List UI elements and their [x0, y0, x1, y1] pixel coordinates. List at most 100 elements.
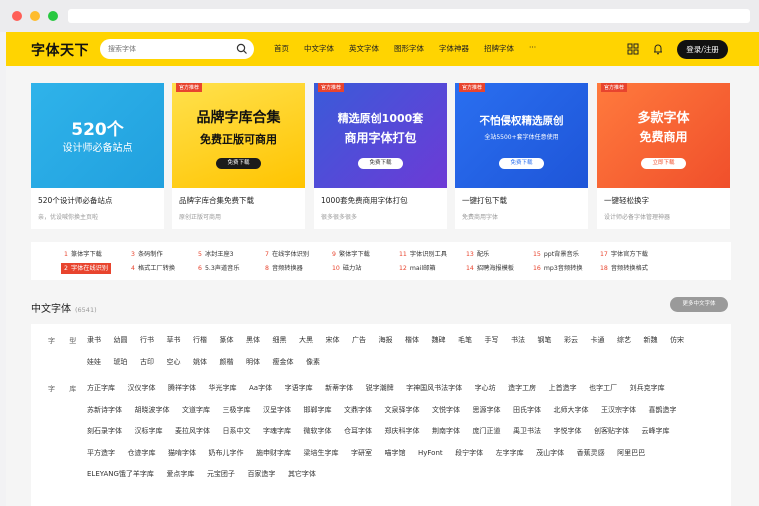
font-library-option[interactable]: 茂山字体: [536, 443, 564, 465]
font-type-option[interactable]: 娃娃: [87, 352, 101, 374]
hot-item[interactable]: 10 磁力站: [332, 263, 361, 274]
font-type-option[interactable]: 大黑: [299, 330, 313, 352]
font-library-option[interactable]: 字心坊: [475, 378, 496, 400]
card-title[interactable]: 品牌字库合集免费下载: [179, 195, 254, 206]
font-library-option[interactable]: 田氏字体: [513, 400, 541, 422]
hot-item[interactable]: 17 字体官方下载: [600, 249, 648, 260]
font-library-option[interactable]: 也字工厂: [589, 378, 617, 400]
font-library-option[interactable]: 荆南字体: [432, 421, 460, 443]
card-title[interactable]: 520个设计师必备站点: [38, 195, 112, 206]
font-library-option[interactable]: 北师大字体: [554, 400, 589, 422]
hot-item[interactable]: 14 招聘海报模板: [466, 263, 514, 274]
address-bar[interactable]: [68, 9, 750, 23]
font-library-option[interactable]: 文悦字体: [432, 400, 460, 422]
font-library-option[interactable]: 锐字潮牌: [366, 378, 394, 400]
font-type-option[interactable]: 古印: [140, 352, 154, 374]
nav-chinese-fonts[interactable]: 中文字体: [304, 43, 334, 54]
site-logo[interactable]: 字体天下: [31, 40, 89, 60]
font-type-option[interactable]: 草书: [167, 330, 181, 352]
font-library-option[interactable]: 百家造字: [247, 464, 275, 486]
font-library-option[interactable]: 微软字体: [304, 421, 332, 443]
hot-item[interactable]: 2 字体在线识别: [61, 263, 112, 274]
font-type-option[interactable]: 宋体: [326, 330, 340, 352]
font-library-option[interactable]: 刘兵克字库: [630, 378, 665, 400]
hot-item[interactable]: 13 配乐: [466, 249, 489, 260]
font-type-option[interactable]: 隶书: [87, 330, 101, 352]
font-type-option[interactable]: 魏碑: [432, 330, 446, 352]
font-library-option[interactable]: 香蕉灵感: [577, 443, 605, 465]
font-library-option[interactable]: 腾祥字体: [168, 378, 196, 400]
font-library-option[interactable]: 段宁字体: [455, 443, 483, 465]
font-library-option[interactable]: 三极字库: [223, 400, 251, 422]
promo-card[interactable]: 520个 设计师必备站点 520个设计师必备站点 亲，优设喊你换主页啦: [31, 83, 164, 229]
font-library-option[interactable]: 文鼎字体: [344, 400, 372, 422]
bell-icon[interactable]: [651, 42, 665, 56]
font-library-option[interactable]: 文泉驿字体: [385, 400, 420, 422]
font-library-option[interactable]: 上首造字: [549, 378, 577, 400]
banner-download-button[interactable]: 免费下载: [358, 158, 403, 169]
search-icon[interactable]: [236, 43, 248, 55]
hot-item[interactable]: 7 在线字体识别: [265, 249, 309, 260]
font-type-option[interactable]: 综艺: [617, 330, 631, 352]
font-library-option[interactable]: 王汉宗字体: [601, 400, 636, 422]
font-library-option[interactable]: 喵字馆: [385, 443, 406, 465]
font-library-option[interactable]: 字语字库: [285, 378, 313, 400]
font-library-option[interactable]: 梁培生字库: [304, 443, 339, 465]
card-title[interactable]: 一键轻松换字: [604, 195, 649, 206]
font-library-option[interactable]: 猫啃字体: [168, 443, 196, 465]
hot-item[interactable]: 1 篆体字下载: [64, 249, 102, 260]
font-library-option[interactable]: 施申财字库: [256, 443, 291, 465]
font-type-option[interactable]: 海报: [379, 330, 393, 352]
font-library-option[interactable]: 禹卫书法: [513, 421, 541, 443]
hot-item[interactable]: 3 条码制作: [131, 249, 163, 260]
hot-item[interactable]: 9 繁体字下载: [332, 249, 370, 260]
font-library-option[interactable]: 华光字库: [209, 378, 237, 400]
hot-item[interactable]: 11 字体识别工具: [399, 249, 447, 260]
font-type-option[interactable]: 行楷: [193, 330, 207, 352]
font-type-option[interactable]: 楷体: [405, 330, 419, 352]
banner-download-button[interactable]: 免费下载: [499, 158, 544, 169]
font-library-option[interactable]: 思源字体: [473, 400, 501, 422]
promo-card[interactable]: 官方推荐 多款字体 免费商用 立即下载 一键轻松换字 设计师必备字体管理神器: [597, 83, 730, 229]
font-library-option[interactable]: 字魂字库: [263, 421, 291, 443]
font-library-option[interactable]: ELEYANG饿了羊字库: [87, 464, 154, 486]
nav-sign-fonts[interactable]: 招牌字体: [484, 43, 514, 54]
card-title[interactable]: 1000套免费商用字体打包: [321, 195, 408, 206]
font-library-option[interactable]: 文道字库: [182, 400, 210, 422]
font-library-option[interactable]: 字悦字体: [554, 421, 582, 443]
font-type-option[interactable]: 篆体: [220, 330, 234, 352]
font-library-option[interactable]: 造字工房: [508, 378, 536, 400]
font-type-option[interactable]: 手写: [485, 330, 499, 352]
font-type-option[interactable]: 像素: [306, 352, 320, 374]
font-type-option[interactable]: 姚体: [193, 352, 207, 374]
font-type-option[interactable]: 琥珀: [114, 352, 128, 374]
font-library-option[interactable]: 平方造字: [87, 443, 115, 465]
font-type-option[interactable]: 毛笔: [458, 330, 472, 352]
font-type-option[interactable]: 明体: [246, 352, 260, 374]
hot-item[interactable]: 16 mp3音频转换: [533, 263, 583, 274]
promo-card[interactable]: 官方推荐 精选原创1000套 商用字体打包 免费下载 1000套免费商用字体打包…: [314, 83, 447, 229]
font-library-option[interactable]: 爱点字库: [166, 464, 194, 486]
font-library-option[interactable]: 新蒂字体: [325, 378, 353, 400]
font-type-option[interactable]: 仿宋: [670, 330, 684, 352]
more-chinese-fonts-button[interactable]: 更多中文字体: [670, 297, 728, 312]
font-library-option[interactable]: HyFont: [418, 443, 443, 465]
hot-item[interactable]: 4 格式工厂转换: [131, 263, 175, 274]
promo-card[interactable]: 官方推荐 不怕侵权精选原创 全站5500+套字体任意使用 免费下载 一键打包下载…: [455, 83, 588, 229]
login-button[interactable]: 登录/注册: [677, 40, 728, 59]
nav-home[interactable]: 首页: [274, 43, 289, 54]
font-library-option[interactable]: 汉仪字体: [128, 378, 156, 400]
font-library-option[interactable]: 日系中文: [223, 421, 251, 443]
font-library-option[interactable]: 仓耳字体: [344, 421, 372, 443]
font-library-option[interactable]: 庞门正道: [473, 421, 501, 443]
hot-item[interactable]: 8 音频转换器: [265, 263, 303, 274]
font-type-option[interactable]: 新魏: [644, 330, 658, 352]
font-library-option[interactable]: 字神国风书法字体: [406, 378, 462, 400]
font-library-option[interactable]: 汉标字库: [135, 421, 163, 443]
font-type-option[interactable]: 卡通: [591, 330, 605, 352]
font-library-option[interactable]: 苏新诗字体: [87, 400, 122, 422]
font-library-option[interactable]: 创客贴字体: [594, 421, 629, 443]
card-title[interactable]: 一键打包下载: [462, 195, 507, 206]
banner-download-button[interactable]: 免费下载: [216, 158, 261, 169]
font-type-option[interactable]: 瘦金体: [273, 352, 294, 374]
